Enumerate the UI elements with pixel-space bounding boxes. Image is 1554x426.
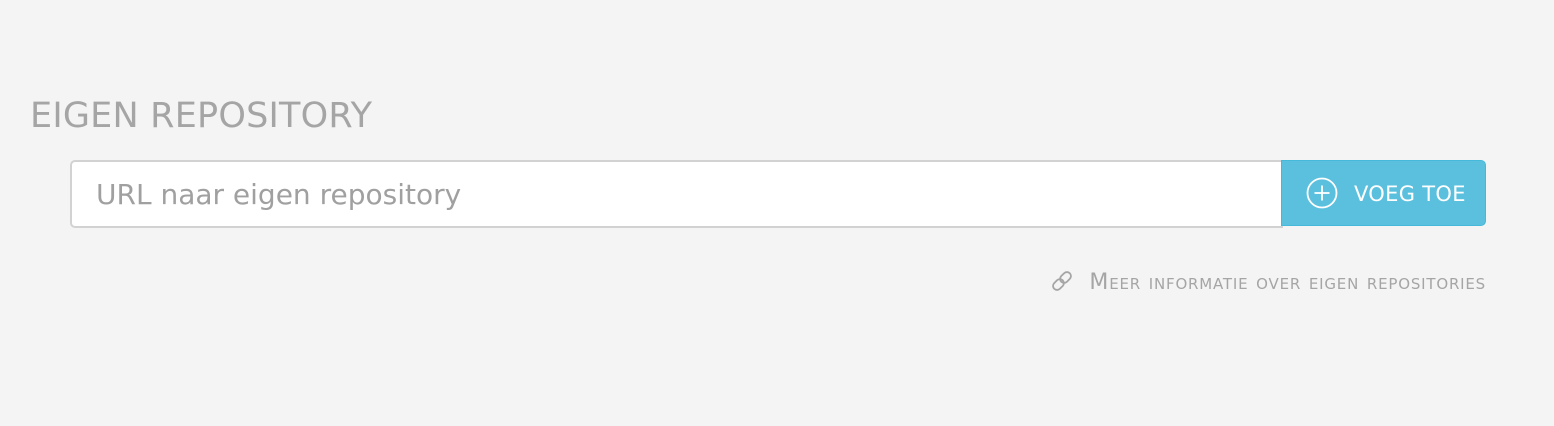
plus-circle-icon [1306, 177, 1338, 209]
add-repository-button[interactable]: VOEG TOE [1281, 160, 1486, 226]
add-repository-form: VOEG TOE [70, 160, 1486, 228]
more-info-link[interactable]: Meer informatie over eigen repositories [1049, 270, 1486, 295]
repository-url-input[interactable] [70, 160, 1283, 228]
section-title: EIGEN REPOSITORY [30, 96, 373, 136]
add-repository-button-label: VOEG TOE [1354, 182, 1466, 206]
more-info-link-label: Meer informatie over eigen repositories [1089, 270, 1486, 295]
link-icon [1049, 268, 1075, 294]
